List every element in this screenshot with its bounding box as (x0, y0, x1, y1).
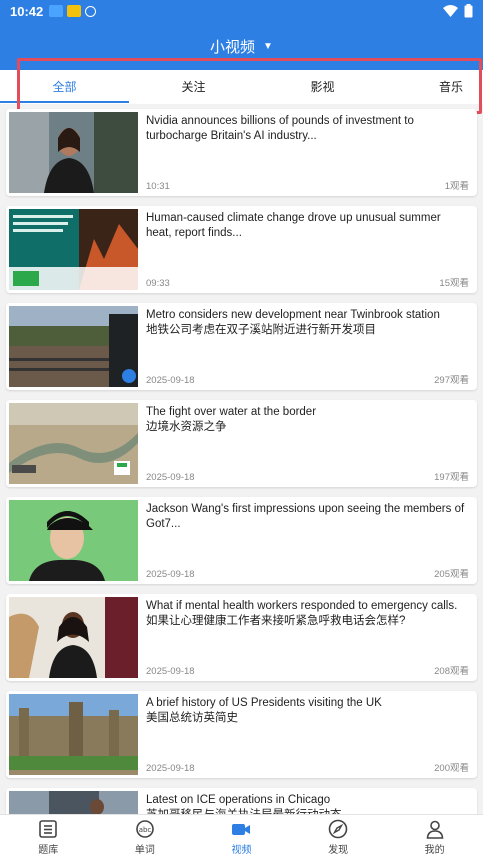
person-icon (426, 820, 444, 839)
app-notification-icon (49, 5, 64, 17)
video-views: 1观看 (444, 181, 469, 192)
video-thumbnail (9, 597, 138, 678)
svg-text:abc: abc (139, 826, 152, 834)
page-title: 小视频 (210, 38, 256, 56)
bottom-navigation: 题库 abc 单词 视频 发现 我的 (0, 814, 483, 859)
compass-icon (328, 819, 348, 839)
video-title: Metro considers new development near Twi… (146, 309, 440, 336)
header-title-dropdown[interactable]: 小视频 ▼ (0, 22, 483, 70)
system-icons (443, 4, 473, 18)
status-bar: 10:42 (0, 0, 483, 22)
video-thumbnail (9, 500, 138, 581)
video-title: A brief history of US Presidents visitin… (146, 697, 382, 724)
video-thumbnail (9, 403, 138, 484)
clock: 10:42 (10, 3, 44, 19)
video-date: 2025-09-18 (146, 569, 195, 580)
category-tabs: 全部 关注 影视 音乐 (0, 70, 483, 104)
battery-icon (464, 4, 473, 18)
video-views: 297观看 (434, 375, 469, 386)
video-date: 2025-09-18 (146, 763, 195, 774)
video-date: 2025-09-18 (146, 375, 195, 386)
video-title: Jackson Wang's first impressions upon se… (146, 503, 465, 530)
video-title: Nvidia announces billions of pounds of i… (146, 115, 414, 142)
video-thumbnail (9, 791, 138, 814)
nav-item-video[interactable]: 视频 (193, 815, 290, 859)
video-card[interactable]: A brief history of US Presidents visitin… (6, 691, 477, 778)
caret-down-icon: ▼ (263, 40, 273, 52)
active-tab-indicator (0, 101, 129, 103)
video-title: What if mental health workers responded … (146, 600, 458, 627)
video-thumbnail (9, 694, 138, 775)
video-card[interactable]: The fight over water at the border 边境水资源… (6, 400, 477, 487)
video-views: 197观看 (434, 472, 469, 483)
video-views: 15观看 (439, 278, 469, 289)
nav-label: 题库 (38, 845, 59, 856)
video-views: 208观看 (434, 666, 469, 677)
tab-follow[interactable]: 关注 (129, 70, 258, 104)
video-card[interactable]: Jackson Wang's first impressions upon se… (6, 497, 477, 584)
video-thumbnail (9, 306, 138, 387)
settings-notification-icon (85, 5, 97, 17)
video-title: The fight over water at the border 边境水资源… (146, 406, 317, 433)
nav-label: 我的 (424, 845, 445, 856)
tab-film[interactable]: 影视 (258, 70, 387, 104)
nav-item-me[interactable]: 我的 (386, 815, 483, 859)
tab-music[interactable]: 音乐 (420, 70, 482, 104)
nav-label: 发现 (328, 845, 349, 856)
video-feed[interactable]: Nvidia announces billions of pounds of i… (0, 106, 483, 814)
video-views: 200观看 (434, 763, 469, 774)
video-card[interactable]: Latest on ICE operations in Chicago 芝加哥移… (6, 788, 477, 814)
video-date: 09:33 (146, 278, 170, 289)
nav-label: 单词 (134, 845, 155, 856)
video-title: Latest on ICE operations in Chicago 芝加哥移… (146, 794, 342, 814)
list-icon (39, 820, 58, 838)
video-camera-icon (232, 824, 251, 835)
video-date: 2025-09-18 (146, 666, 195, 677)
video-thumbnail (9, 112, 138, 193)
nav-item-question-bank[interactable]: 题库 (0, 815, 97, 859)
tab-all[interactable]: 全部 (0, 70, 129, 104)
video-card[interactable]: Human-caused climate change drove up unu… (6, 206, 477, 293)
nav-item-words[interactable]: abc 单词 (97, 815, 194, 859)
video-card[interactable]: Nvidia announces billions of pounds of i… (6, 109, 477, 196)
video-card[interactable]: What if mental health workers responded … (6, 594, 477, 681)
nav-item-discover[interactable]: 发现 (290, 815, 387, 859)
abc-icon: abc (136, 820, 154, 838)
video-date: 2025-09-18 (146, 472, 195, 483)
video-card[interactable]: Metro considers new development near Twi… (6, 303, 477, 390)
video-thumbnail (9, 209, 138, 290)
nav-label: 视频 (231, 845, 252, 856)
app-notification-icon (67, 5, 82, 17)
video-title: Human-caused climate change drove up unu… (146, 212, 441, 239)
wifi-icon (443, 5, 458, 17)
video-date: 10:31 (146, 181, 170, 192)
video-views: 205观看 (434, 569, 469, 580)
